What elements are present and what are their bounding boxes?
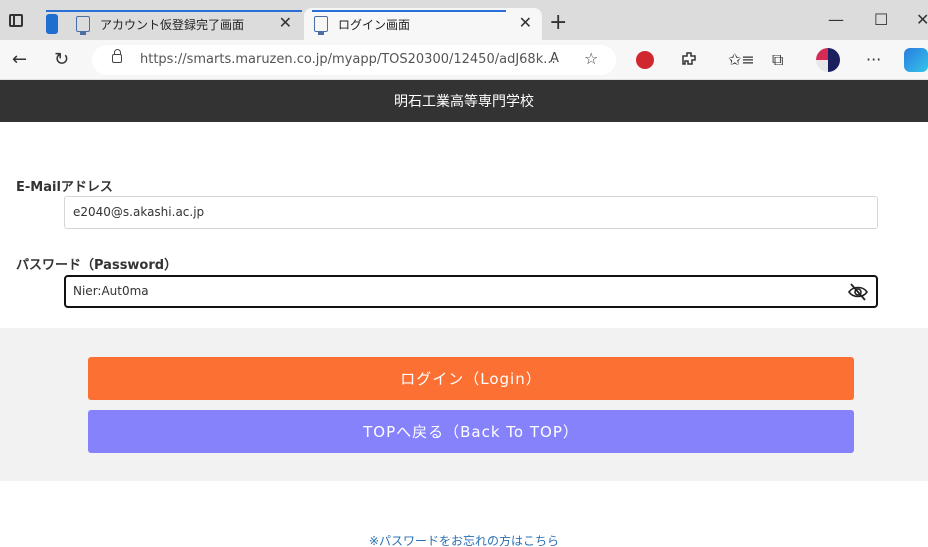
- browser-tab-bar: アカウント仮登録完了画面 ✕ ログイン画面 ✕ + — ☐ ✕: [0, 0, 928, 40]
- tab-account-registration[interactable]: アカウント仮登録完了画面 ✕: [36, 8, 302, 40]
- button-area: ログイン（Login） TOPへ戻る（Back To TOP）: [0, 328, 928, 481]
- school-name: 明石工業高等専門学校: [394, 94, 534, 110]
- add-favorite-icon[interactable]: ☆: [584, 49, 598, 68]
- password-field[interactable]: Nier:Aut0ma: [64, 275, 878, 308]
- maximize-button[interactable]: ☐: [874, 10, 888, 29]
- lock-icon[interactable]: [112, 49, 122, 63]
- hide-password-icon[interactable]: [848, 283, 868, 301]
- tab-actions-icon[interactable]: [4, 8, 28, 32]
- password-label: パスワード（Password）: [16, 258, 178, 273]
- collections-icon[interactable]: ⧉: [772, 50, 783, 70]
- profile-avatar[interactable]: [816, 48, 840, 72]
- tab-title: ログイン画面: [338, 17, 411, 32]
- address-bar[interactable]: https://smarts.maruzen.co.jp/myapp/TOS20…: [92, 45, 616, 75]
- window-close-button[interactable]: ✕: [916, 10, 928, 29]
- minimize-button[interactable]: —: [828, 10, 844, 29]
- email-label: E-Mailアドレス: [16, 180, 113, 195]
- password-value: Nier:Aut0ma: [73, 284, 149, 298]
- read-aloud-icon[interactable]: A: [550, 51, 559, 66]
- tab-login[interactable]: ログイン画面 ✕: [304, 8, 542, 40]
- login-button[interactable]: ログイン（Login）: [88, 357, 854, 400]
- tab-title: アカウント仮登録完了画面: [100, 17, 245, 32]
- tab-group-icon[interactable]: [46, 14, 58, 34]
- email-field[interactable]: e2040@s.akashi.ac.jp: [64, 196, 878, 229]
- close-icon[interactable]: ✕: [519, 15, 532, 31]
- forgot-password-link[interactable]: ※パスワードをお忘れの方はこちら: [0, 532, 928, 547]
- trend-micro-extension-icon[interactable]: [636, 51, 654, 69]
- bing-icon[interactable]: [904, 48, 928, 72]
- url-text[interactable]: https://smarts.maruzen.co.jp/myapp/TOS20…: [140, 52, 556, 67]
- refresh-button[interactable]: ↻: [54, 50, 69, 70]
- page-icon: [314, 16, 328, 35]
- extensions-icon[interactable]: [680, 50, 698, 73]
- login-form: E-Mailアドレス e2040@s.akashi.ac.jp パスワード（Pa…: [0, 122, 928, 328]
- more-menu-icon[interactable]: ···: [866, 50, 881, 70]
- site-header: 明石工業高等専門学校: [0, 80, 928, 122]
- favorites-icon[interactable]: ✩≡: [728, 50, 755, 70]
- close-icon[interactable]: ✕: [279, 15, 292, 31]
- page-icon: [76, 16, 90, 35]
- new-tab-button[interactable]: +: [549, 12, 567, 34]
- back-button[interactable]: ←: [12, 50, 27, 70]
- back-to-top-button[interactable]: TOPへ戻る（Back To TOP）: [88, 410, 854, 453]
- browser-toolbar: ← ↻ https://smarts.maruzen.co.jp/myapp/T…: [0, 40, 928, 80]
